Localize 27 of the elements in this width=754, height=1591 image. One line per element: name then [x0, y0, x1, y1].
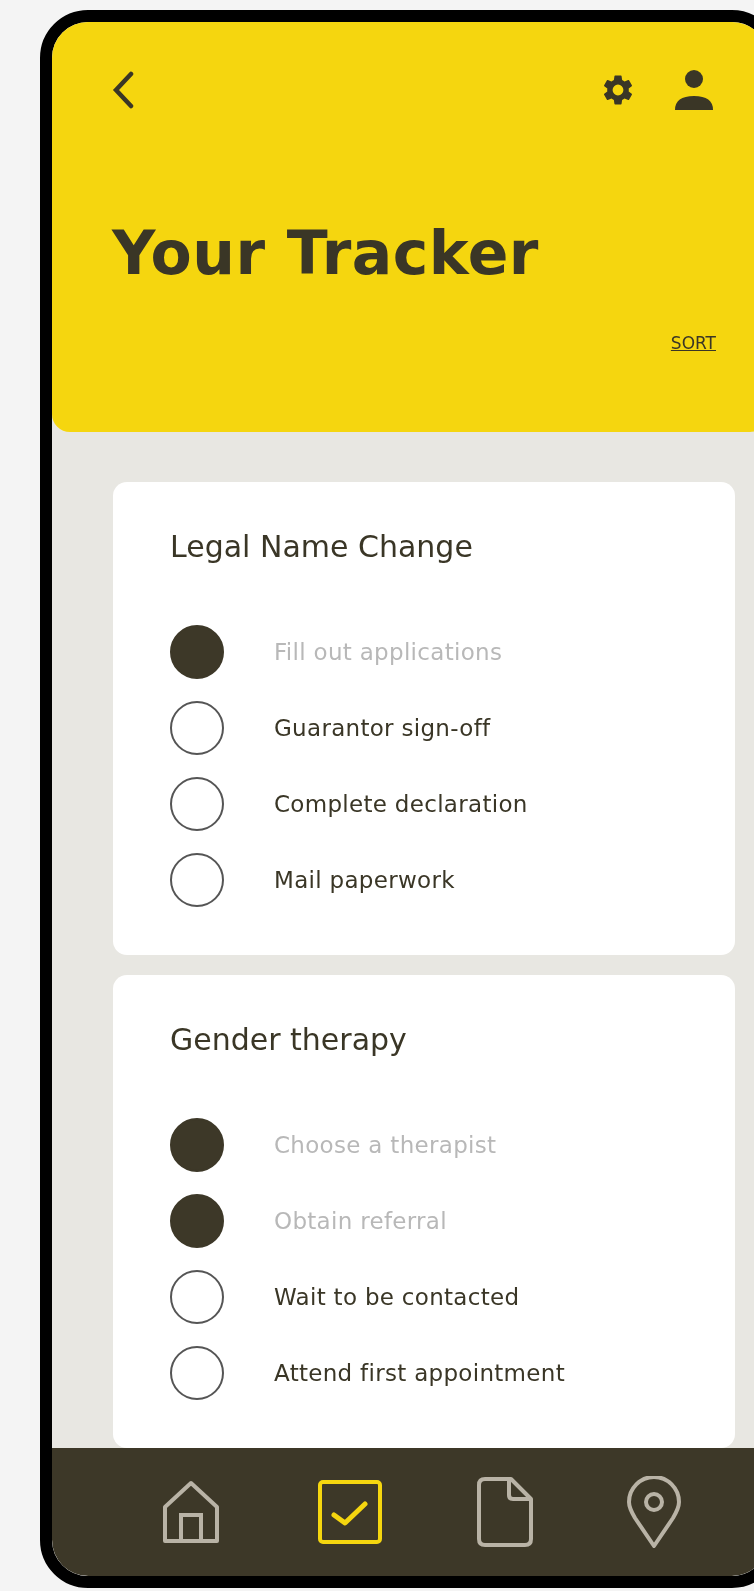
card-title: Legal Name Change	[170, 528, 474, 566]
task-label: Obtain referral	[274, 1208, 447, 1234]
page-title: Your Tracker	[112, 218, 540, 288]
task-checkbox[interactable]	[170, 853, 224, 907]
checkbox-icon	[317, 1479, 383, 1545]
profile-button[interactable]	[672, 68, 716, 112]
task-label: Mail paperwork	[274, 867, 455, 893]
task-checkbox[interactable]	[170, 777, 224, 831]
back-button[interactable]	[112, 71, 134, 109]
task-label: Fill out applications	[274, 639, 503, 665]
back-chevron-icon	[112, 71, 134, 109]
task-checkbox[interactable]	[170, 1346, 224, 1400]
task-label: Attend first appointment	[274, 1360, 565, 1386]
task-checkbox[interactable]	[170, 1270, 224, 1324]
document-icon	[477, 1477, 533, 1547]
task-checkbox[interactable]	[170, 701, 224, 755]
card-title: Gender therapy	[170, 1021, 408, 1059]
person-icon	[672, 68, 716, 112]
task-checkbox[interactable]	[170, 1194, 224, 1248]
task-label: Wait to be contacted	[274, 1284, 520, 1310]
task-label: Complete declaration	[274, 791, 528, 817]
sort-link[interactable]: SORT	[670, 333, 716, 353]
task-label: Guarantor sign-off	[274, 715, 491, 741]
task-label: Choose a therapist	[274, 1132, 497, 1158]
task-checkbox[interactable]	[170, 625, 224, 679]
location-pin-icon	[627, 1476, 681, 1548]
task-checkbox[interactable]	[170, 1118, 224, 1172]
